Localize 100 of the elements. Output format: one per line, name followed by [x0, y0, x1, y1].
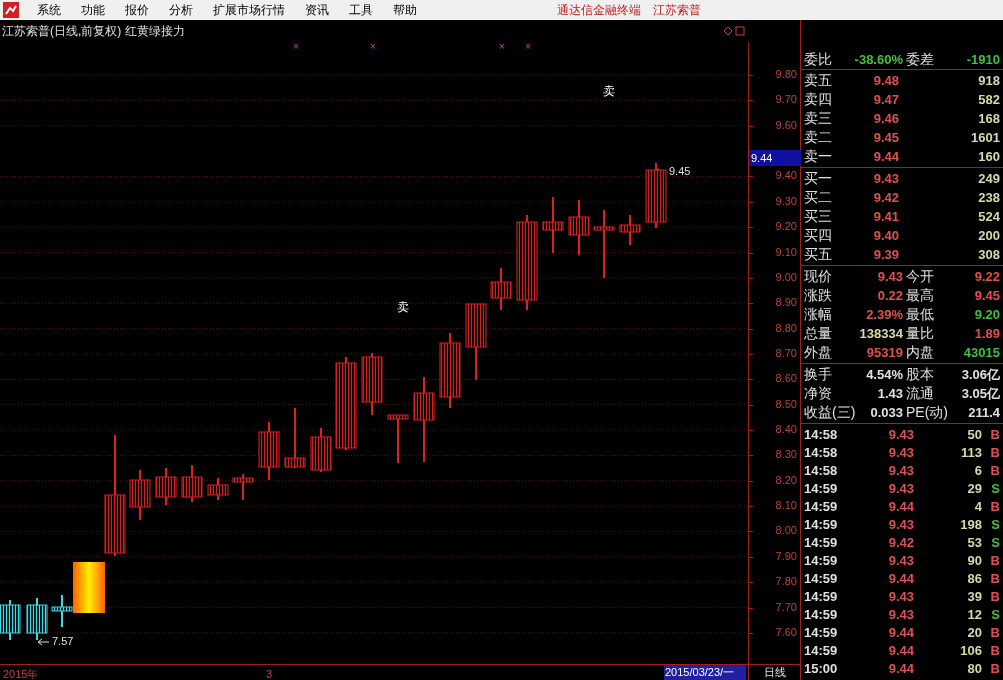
menu-item[interactable]: 系统: [27, 0, 71, 20]
candlestick: [129, 469, 151, 521]
trade-price: 9.43: [887, 480, 914, 499]
signal-marker: ×: [370, 42, 376, 52]
chart-title: 江苏索普(日线,前复权) 红黄绿接力: [2, 23, 185, 40]
candlestick: [387, 414, 409, 464]
trade-time: 14:59: [804, 606, 839, 625]
order-level-label: 卖五: [804, 71, 833, 90]
price-axis-label: 8.50: [775, 398, 797, 410]
stat-value: 3.06亿: [960, 365, 1000, 384]
trade-side: B: [989, 552, 1000, 571]
current-price-tag: 9.44: [749, 150, 801, 166]
candlestick: [619, 214, 641, 246]
order-level-label: 买一: [804, 169, 833, 188]
stat-label: 股本: [906, 365, 935, 384]
stat-value: 9.43: [876, 267, 903, 286]
menu-item[interactable]: 扩展市场行情: [203, 0, 295, 20]
order-level-label: 卖三: [804, 109, 833, 128]
stat-label: 净资: [804, 384, 833, 403]
trade-side: S: [990, 480, 1000, 499]
price-axis-label: 8.10: [775, 500, 797, 512]
order-volume: 918: [977, 71, 1000, 90]
trade-volume: 53: [966, 534, 982, 553]
trade-side: S: [990, 516, 1000, 535]
sell-signal: 卖: [397, 301, 409, 313]
order-volume: 1601: [970, 128, 1000, 147]
trade-price: 9.43: [887, 444, 914, 463]
menu-item[interactable]: 报价: [115, 0, 159, 20]
date-axis-label: 3: [266, 667, 273, 680]
trade-price: 9.43: [887, 606, 914, 625]
stat-value: 2.39%: [865, 305, 903, 324]
trade-time: 14:59: [804, 624, 839, 643]
low-price-label: 7.57: [52, 636, 74, 647]
trade-price: 9.44: [887, 660, 914, 679]
menu-item[interactable]: 帮助: [383, 0, 427, 20]
trade-volume: 50: [966, 426, 982, 445]
stat-value: 9.22: [973, 267, 1000, 286]
trade-side: B: [989, 462, 1000, 481]
menu-item[interactable]: 资讯: [295, 0, 339, 20]
trade-price: 9.44: [887, 570, 914, 589]
trade-time: 14:58: [804, 462, 839, 481]
sell-signal: 卖: [603, 85, 615, 97]
price-axis-label: 9.20: [775, 221, 797, 233]
candlestick: [26, 597, 48, 641]
price-axis-label: 7.70: [775, 601, 797, 613]
trade-price: 9.43: [887, 552, 914, 571]
price-axis-label: 8.70: [775, 347, 797, 359]
stat-value: -1910: [965, 50, 1000, 69]
stat-label: 流通: [906, 384, 935, 403]
order-price: 9.41: [872, 207, 899, 226]
menu-item[interactable]: 分析: [159, 0, 203, 20]
trade-volume: 198: [959, 516, 982, 535]
trade-volume: 90: [966, 552, 982, 571]
signal-marker: ×: [499, 42, 505, 52]
trade-time: 14:59: [804, 480, 839, 499]
price-axis-label: 9.70: [775, 94, 797, 106]
price-axis-label: 7.60: [775, 626, 797, 638]
order-price: 9.39: [872, 245, 899, 264]
trade-price: 9.44: [887, 498, 914, 517]
stat-label: PE(动): [906, 403, 949, 422]
price-axis-label: 9.00: [775, 271, 797, 283]
trade-side: B: [989, 498, 1000, 517]
trade-price: 9.42: [887, 534, 914, 553]
candlestick: [181, 464, 203, 503]
candlestick: [284, 407, 306, 469]
trade-volume: 86: [966, 570, 982, 589]
order-volume: 168: [977, 109, 1000, 128]
window-icon[interactable]: [735, 26, 745, 36]
trade-volume: 113: [960, 444, 982, 463]
price-axis-label: 9.30: [775, 195, 797, 207]
order-price: 9.40: [872, 226, 899, 245]
stat-value: 9.45: [973, 286, 1000, 305]
stat-label: 委比: [804, 50, 833, 69]
stat-label: 换手: [804, 365, 833, 384]
trade-time: 14:59: [804, 516, 839, 535]
trade-volume: 39: [966, 588, 982, 607]
price-axis-label: 8.30: [775, 449, 797, 461]
trade-volume: 20: [966, 624, 982, 643]
trade-time: 14:59: [804, 588, 839, 607]
candlestick: [0, 599, 21, 641]
stat-value: 9.20: [973, 305, 1000, 324]
trade-price: 9.43: [887, 516, 914, 535]
diamond-icon[interactable]: [723, 26, 733, 36]
order-price: 9.44: [872, 147, 899, 166]
candlestick: [490, 267, 512, 311]
order-level-label: 买五: [804, 245, 833, 264]
stat-label: 最高: [906, 286, 935, 305]
price-axis-label: 9.10: [775, 246, 797, 258]
order-volume: 582: [977, 90, 1000, 109]
stat-label: 总量: [804, 324, 833, 343]
price-axis-label: 9.80: [775, 69, 797, 80]
price-axis-label: 9.40: [775, 170, 797, 182]
stat-value: 138334: [858, 324, 903, 343]
order-price: 9.47: [872, 90, 899, 109]
candlestick: [51, 594, 73, 628]
menu-item[interactable]: 功能: [71, 0, 115, 20]
trade-time: 14:59: [804, 570, 839, 589]
menu-item[interactable]: 工具: [339, 0, 383, 20]
trade-side: B: [989, 588, 1000, 607]
trade-side: S: [990, 606, 1000, 625]
